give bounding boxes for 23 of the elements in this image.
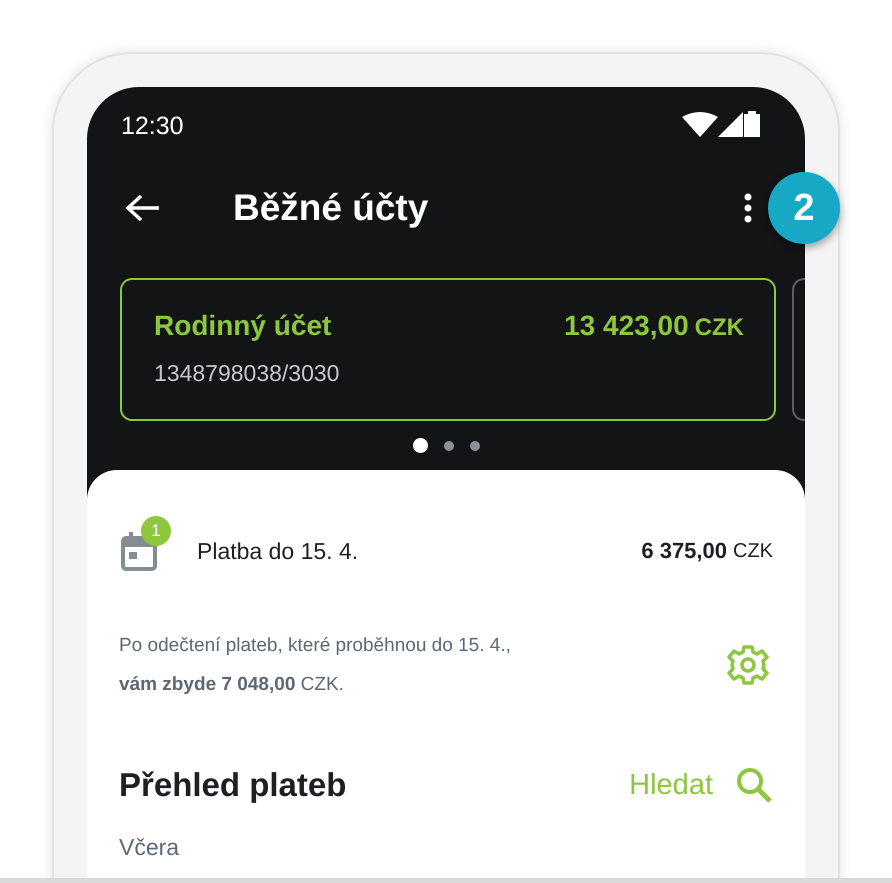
screen-title: Běžné účty	[233, 186, 430, 228]
signal-icon	[718, 110, 744, 136]
status-time: 12:30	[121, 112, 184, 140]
back-arrow-icon[interactable]	[125, 192, 161, 222]
battery-icon	[744, 110, 760, 136]
payment-amount: 6 375,00	[641, 538, 727, 564]
date-heading: Včera	[119, 834, 180, 861]
account-currency: CZK	[694, 314, 744, 342]
account-balance: 13 423,00	[564, 310, 689, 342]
upcoming-payment-label: Platba do 15. 4.	[197, 538, 360, 564]
count-badge: 1	[141, 516, 171, 546]
wifi-icon	[682, 110, 718, 136]
pager-dot[interactable]	[412, 438, 428, 453]
step-number-badge: 2	[768, 172, 840, 244]
balance-note: Po odečtení plateb, které proběhnou do 15. 4., vám zbyde 7 048,00 CZK.	[119, 634, 512, 697]
pager-dot[interactable]	[444, 440, 454, 450]
payment-currency: CZK	[733, 540, 773, 562]
account-number: 1348798038/3030	[154, 360, 340, 387]
section-title: Přehled plateb	[119, 766, 348, 804]
account-name: Rodinný účet	[154, 310, 332, 342]
account-card[interactable]: Rodinný účet 13 423,00 CZK 1348798038/3030	[120, 278, 776, 421]
more-options-icon[interactable]	[743, 192, 753, 222]
pager-dot[interactable]	[470, 440, 480, 450]
